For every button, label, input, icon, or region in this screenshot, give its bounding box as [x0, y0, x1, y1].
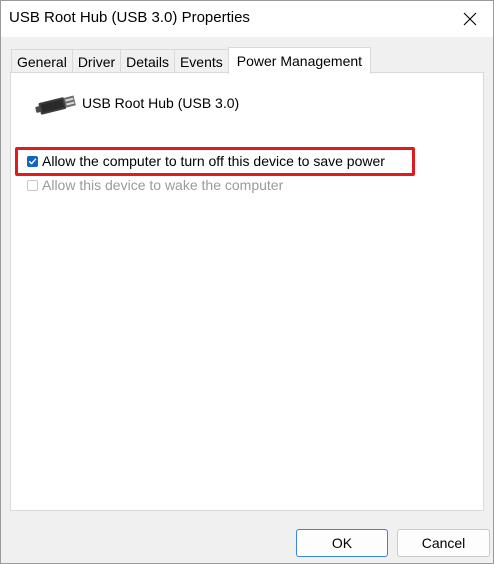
power-management-panel: USB Root Hub (USB 3.0) Allow the compute…: [10, 72, 484, 511]
device-name: USB Root Hub (USB 3.0): [82, 95, 240, 111]
tab-events[interactable]: Events: [173, 49, 229, 73]
allow-wake-label: Allow this device to wake the computer: [42, 177, 284, 193]
title-bar: USB Root Hub (USB 3.0) Properties: [1, 1, 493, 37]
checkmark-icon: [28, 158, 37, 164]
cancel-button[interactable]: Cancel: [397, 529, 490, 557]
tab-general[interactable]: General: [11, 49, 73, 73]
allow-turn-off-label: Allow the computer to turn off this devi…: [42, 153, 385, 169]
tab-details[interactable]: Details: [120, 49, 175, 73]
option-allow-wake: Allow this device to wake the computer: [27, 177, 283, 193]
close-icon: [463, 12, 477, 26]
allow-wake-checkbox: [27, 179, 38, 191]
option-allow-turn-off[interactable]: Allow the computer to turn off this devi…: [27, 153, 385, 169]
window-title: USB Root Hub (USB 3.0) Properties: [9, 9, 250, 26]
allow-turn-off-checkbox[interactable]: [27, 155, 38, 167]
tab-driver[interactable]: Driver: [71, 49, 122, 73]
usb-connector-icon: [35, 95, 76, 115]
ok-button[interactable]: OK: [296, 529, 388, 557]
properties-dialog: USB Root Hub (USB 3.0) Properties Genera…: [0, 0, 494, 564]
close-button[interactable]: [447, 1, 493, 37]
tab-strip: General Driver Details Events Power Mana…: [11, 47, 372, 74]
tab-power-management[interactable]: Power Management: [227, 47, 372, 74]
